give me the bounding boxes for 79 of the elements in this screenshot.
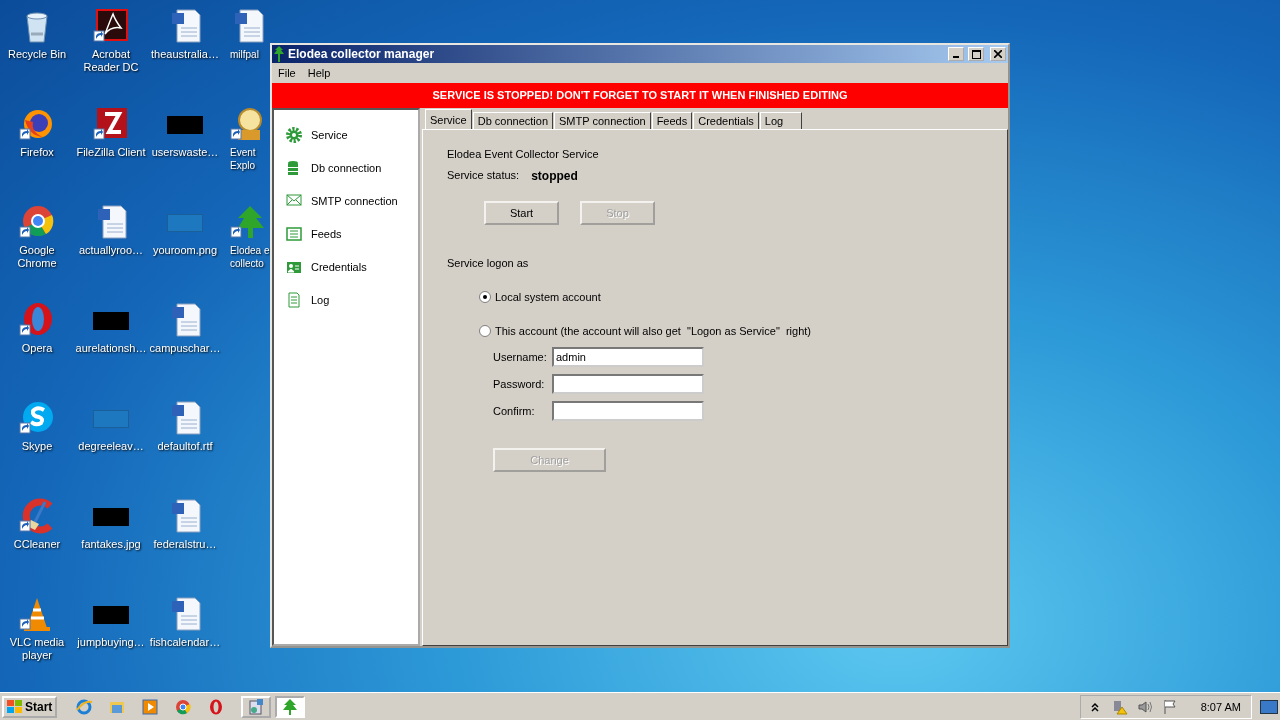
- service-button[interactable]: Start: [484, 201, 559, 225]
- envelope-icon: [286, 192, 302, 209]
- tab[interactable]: Db connection: [472, 112, 553, 129]
- tab[interactable]: Log: [759, 112, 803, 129]
- desktop-icon-label[interactable]: Acrobat Reader DC: [75, 48, 147, 74]
- desktop-icon-label[interactable]: youroom.png: [149, 244, 221, 257]
- desktop-icon-label[interactable]: aurelationsh…: [75, 342, 147, 355]
- warning-banner: SERVICE IS STOPPED! DON'T FORGET TO START IT WHEN FINISHED EDITING: [272, 83, 1008, 108]
- flag-icon[interactable]: [1161, 698, 1178, 715]
- desktop-icon-label[interactable]: userswaste…: [149, 146, 221, 159]
- desktop-icon-label[interactable]: Elodea e collecto: [230, 244, 270, 270]
- menu-item[interactable]: Help: [305, 67, 337, 79]
- windows-flag-icon: [7, 699, 23, 714]
- desktop-icon-label[interactable]: Firefox: [1, 146, 73, 159]
- gear-icon: [286, 126, 302, 143]
- list-icon: [286, 225, 302, 242]
- desktop-icon-label[interactable]: Event Explo: [230, 146, 270, 172]
- service-heading: Elodea Event Collector Service: [447, 148, 600, 160]
- quick-launch-icon[interactable]: [174, 697, 193, 716]
- radio-label[interactable]: Local system account: [495, 291, 601, 303]
- clock: 8:07 AM: [1200, 700, 1241, 713]
- speaker-icon[interactable]: [1136, 698, 1153, 715]
- desktop-icon-label[interactable]: milfpal: [230, 48, 270, 61]
- window-title: Elodea collector manager: [288, 47, 436, 61]
- desktop-icon-label[interactable]: defaultof.rtf: [149, 440, 221, 453]
- taskbar-button[interactable]: [241, 695, 272, 718]
- app-icon[interactable]: [281, 697, 300, 716]
- desktop-icon-label[interactable]: fantakes.jpg: [75, 538, 147, 551]
- menu-item[interactable]: File: [276, 67, 302, 79]
- tab[interactable]: Feeds: [651, 112, 693, 129]
- tab[interactable]: Service: [425, 109, 472, 129]
- maximize-icon: [971, 49, 981, 59]
- app-icon[interactable]: [247, 697, 266, 716]
- status-value: stopped: [531, 169, 578, 183]
- input-field[interactable]: [552, 401, 704, 421]
- status-label: Service status:: [447, 169, 520, 183]
- desktop-icon-label[interactable]: actuallyroo…: [75, 244, 147, 257]
- desktop-icon-label[interactable]: Opera: [1, 342, 73, 355]
- minimize-button[interactable]: [948, 47, 964, 61]
- document-icon: [286, 291, 302, 308]
- radio-label[interactable]: This account (the account will also get "Logon as Service" right): [495, 325, 811, 337]
- sidebar-item[interactable]: Log: [274, 283, 418, 316]
- taskbar-button[interactable]: [275, 695, 306, 718]
- desktop-icon-label[interactable]: fishcalendar…: [149, 636, 221, 649]
- start-button[interactable]: Start: [2, 695, 58, 718]
- desktop-icon-label[interactable]: FileZilla Client: [75, 146, 147, 159]
- network-warning-icon[interactable]: [1111, 698, 1128, 715]
- desktop-icon-label[interactable]: campuschar…: [149, 342, 221, 355]
- logon-label: Service logon as: [447, 257, 530, 269]
- desktop-icon-label[interactable]: Skype: [1, 440, 73, 453]
- desktop-icon-label[interactable]: CCleaner: [1, 538, 73, 551]
- quick-launch-icon[interactable]: [75, 697, 94, 716]
- desktop-icon-label[interactable]: jumpbuying…: [75, 636, 147, 649]
- tab[interactable]: SMTP connection: [554, 112, 651, 129]
- desktop-icon-label[interactable]: VLC media player: [1, 636, 73, 662]
- desktop-icon-label[interactable]: theaustralia…: [149, 48, 221, 61]
- monitor-icon[interactable]: [1260, 699, 1278, 714]
- desktop-icon-label[interactable]: federalstru…: [149, 538, 221, 551]
- sidebar-item[interactable]: Feeds: [274, 217, 418, 250]
- desktop-icon-label[interactable]: Recycle Bin: [1, 48, 73, 61]
- tree-icon: [274, 46, 284, 62]
- sidebar-item[interactable]: SMTP connection: [274, 184, 418, 217]
- radio-button[interactable]: [479, 291, 491, 303]
- radio-button[interactable]: [479, 325, 491, 337]
- field-label: Username:: [493, 351, 548, 363]
- field-label: Confirm:: [493, 405, 536, 417]
- input-field[interactable]: [552, 374, 704, 394]
- input-field[interactable]: admin: [552, 347, 704, 367]
- close-button[interactable]: [990, 47, 1006, 61]
- sidebar-item[interactable]: Credentials: [274, 250, 418, 283]
- desktop-icon-label[interactable]: Google Chrome: [1, 244, 73, 270]
- tab[interactable]: Credentials: [693, 112, 759, 129]
- sidebar-item[interactable]: Db connection: [274, 151, 418, 184]
- maximize-button[interactable]: [968, 47, 984, 61]
- sidebar-item[interactable]: Service: [274, 118, 418, 151]
- desktop-icon-label[interactable]: degreeleav…: [75, 440, 147, 453]
- close-icon: [994, 50, 1002, 58]
- quick-launch-icon[interactable]: [141, 697, 160, 716]
- field-label: Password:: [493, 378, 546, 390]
